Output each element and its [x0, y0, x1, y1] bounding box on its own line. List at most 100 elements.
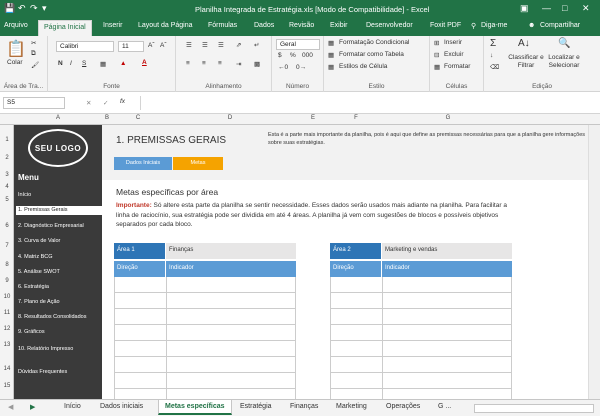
cancel-icon[interactable]: ✕: [86, 99, 91, 107]
tab-desenvolvedor[interactable]: Desenvolvedor: [366, 22, 413, 29]
sheet-tab-dados-iniciais[interactable]: Dados iniciais: [100, 403, 143, 410]
ribbon-display-icon[interactable]: ▣: [520, 3, 529, 14]
sidebar-item-swot[interactable]: 5. Análise SWOT: [18, 269, 60, 275]
align-center-icon[interactable]: ≡: [202, 60, 206, 67]
sidebar-item-estrategia[interactable]: 6. Estratégia: [18, 284, 49, 290]
prev-sheet-icon[interactable]: ◀: [8, 403, 13, 411]
row-header[interactable]: 15: [0, 383, 14, 389]
customize-icon[interactable]: ▾: [42, 3, 47, 14]
save-icon[interactable]: 💾: [4, 3, 15, 14]
worksheet[interactable]: 1. PREMISSAS GERAIS Esta é a parte mais …: [102, 125, 600, 399]
paste-icon[interactable]: 📋: [6, 39, 26, 59]
row-header[interactable]: 3: [0, 172, 14, 178]
borders-icon[interactable]: ▦: [100, 60, 106, 68]
orientation-icon[interactable]: ⇗: [236, 41, 241, 49]
row-header[interactable]: 2: [0, 155, 14, 161]
insert-button[interactable]: Inserir: [444, 39, 462, 46]
column-header[interactable]: E: [296, 115, 330, 121]
horizontal-scrollbar[interactable]: [474, 404, 594, 413]
column-header[interactable]: D: [164, 115, 296, 121]
row-header[interactable]: 1: [0, 137, 14, 143]
area1-table-body[interactable]: [114, 277, 296, 399]
area1-name[interactable]: Finanças: [166, 243, 296, 259]
align-bottom-icon[interactable]: ☰: [218, 41, 224, 49]
copy-icon[interactable]: ⧉: [31, 50, 36, 58]
row-header[interactable]: 10: [0, 294, 14, 300]
clear-icon[interactable]: ⌫: [490, 63, 499, 71]
delete-icon[interactable]: ⊟: [434, 51, 439, 59]
area2-table-body[interactable]: [330, 277, 512, 399]
delete-button[interactable]: Excluir: [444, 51, 464, 58]
column-header[interactable]: C: [112, 115, 164, 121]
insert-icon[interactable]: ⊞: [434, 39, 439, 47]
shrink-font-icon[interactable]: Aˇ: [160, 42, 167, 49]
paste-label[interactable]: Colar: [7, 59, 23, 66]
find-icon[interactable]: 🔍: [558, 38, 570, 49]
conditional-format-icon[interactable]: ▦: [328, 39, 334, 47]
column-header[interactable]: F: [330, 115, 382, 121]
tab-inserir[interactable]: Inserir: [103, 22, 122, 29]
format-icon[interactable]: ▦: [434, 63, 440, 71]
row-header[interactable]: 5: [0, 197, 14, 203]
column-header[interactable]: B: [102, 115, 112, 121]
sidebar-item-inicio[interactable]: Início: [18, 192, 31, 198]
sidebar-item-duvidas[interactable]: Dúvidas Frequentes: [18, 369, 67, 375]
redo-icon[interactable]: ↷: [30, 3, 38, 14]
sidebar-item-premissas[interactable]: 1. Premissas Gerais: [16, 206, 102, 215]
underline-button[interactable]: S: [82, 60, 86, 67]
number-format-select[interactable]: Geral: [276, 39, 320, 50]
merge-icon[interactable]: ▩: [254, 60, 260, 68]
sidebar-item-curva[interactable]: 3. Curva de Valor: [18, 238, 60, 244]
sheet-tab-inicio[interactable]: Início: [64, 403, 81, 410]
sheet-tab-more[interactable]: G ...: [438, 403, 451, 410]
cell-styles-icon[interactable]: ▦: [328, 63, 334, 71]
sidebar-item-plano[interactable]: 7. Plano de Ação: [18, 299, 60, 305]
enter-icon[interactable]: ✓: [103, 99, 108, 107]
next-sheet-icon[interactable]: ▶: [30, 403, 35, 411]
sort-filter-icon[interactable]: A↓: [518, 38, 530, 49]
sheet-tab-marketing[interactable]: Marketing: [336, 403, 367, 410]
insert-function-icon[interactable]: fx: [120, 98, 125, 105]
align-middle-icon[interactable]: ☰: [202, 41, 208, 49]
align-left-icon[interactable]: ≡: [186, 60, 190, 67]
fill-color-icon[interactable]: ▲: [120, 60, 126, 67]
find-select-button[interactable]: Localizar e Selecionar: [544, 54, 584, 70]
sidebar-item-diagnostico[interactable]: 2. Diagnóstico Empresarial: [18, 223, 84, 229]
sheet-tab-operacoes[interactable]: Operações: [386, 403, 420, 410]
tab-layout[interactable]: Layout da Página: [138, 22, 193, 29]
undo-icon[interactable]: ↶: [18, 3, 26, 14]
cut-icon[interactable]: ✂: [31, 39, 36, 47]
row-header[interactable]: 12: [0, 326, 14, 332]
indent-icon[interactable]: ⇥: [236, 60, 241, 68]
sheet-tab-estrategia[interactable]: Estratégia: [240, 403, 272, 410]
tell-me[interactable]: Diga-me: [481, 22, 507, 29]
align-right-icon[interactable]: ≡: [218, 60, 222, 67]
tab-arquivo[interactable]: Arquivo: [4, 22, 28, 29]
tab-exibir[interactable]: Exibir: [330, 22, 348, 29]
autosum-icon[interactable]: Σ: [490, 38, 496, 49]
currency-icon[interactable]: $: [278, 52, 282, 59]
conditional-format-button[interactable]: Formatação Condicional: [339, 39, 409, 46]
format-table-button[interactable]: Formatar como Tabela: [339, 51, 404, 58]
font-size-select[interactable]: 11: [118, 41, 144, 52]
tab-foxit[interactable]: Foxit PDF: [430, 22, 461, 29]
bold-button[interactable]: N: [58, 60, 63, 67]
format-painter-icon[interactable]: 🖌: [31, 61, 39, 69]
tab-formulas[interactable]: Fórmulas: [208, 22, 237, 29]
minimize-icon[interactable]: —: [542, 3, 551, 13]
column-header[interactable]: A: [14, 115, 102, 121]
percent-icon[interactable]: %: [290, 52, 296, 59]
cell-styles-button[interactable]: Estilos de Célula: [339, 63, 387, 70]
italic-button[interactable]: I: [70, 60, 72, 67]
increase-decimal-icon[interactable]: ←0: [278, 64, 288, 71]
sidebar-item-bcg[interactable]: 4. Matriz BCG: [18, 254, 53, 260]
row-header[interactable]: 7: [0, 243, 14, 249]
sidebar-item-graficos[interactable]: 9. Gráficos: [18, 329, 45, 335]
sheet-tab-financas[interactable]: Finanças: [290, 403, 318, 410]
restore-icon[interactable]: □: [562, 3, 567, 13]
grow-font-icon[interactable]: Aˆ: [148, 42, 155, 49]
sidebar-item-relatorio[interactable]: 10. Relatório Impresso: [18, 346, 73, 352]
sort-filter-button[interactable]: Classificar e Filtrar: [508, 54, 544, 70]
wrap-text-icon[interactable]: ↵: [254, 41, 259, 49]
row-header[interactable]: 8: [0, 262, 14, 268]
